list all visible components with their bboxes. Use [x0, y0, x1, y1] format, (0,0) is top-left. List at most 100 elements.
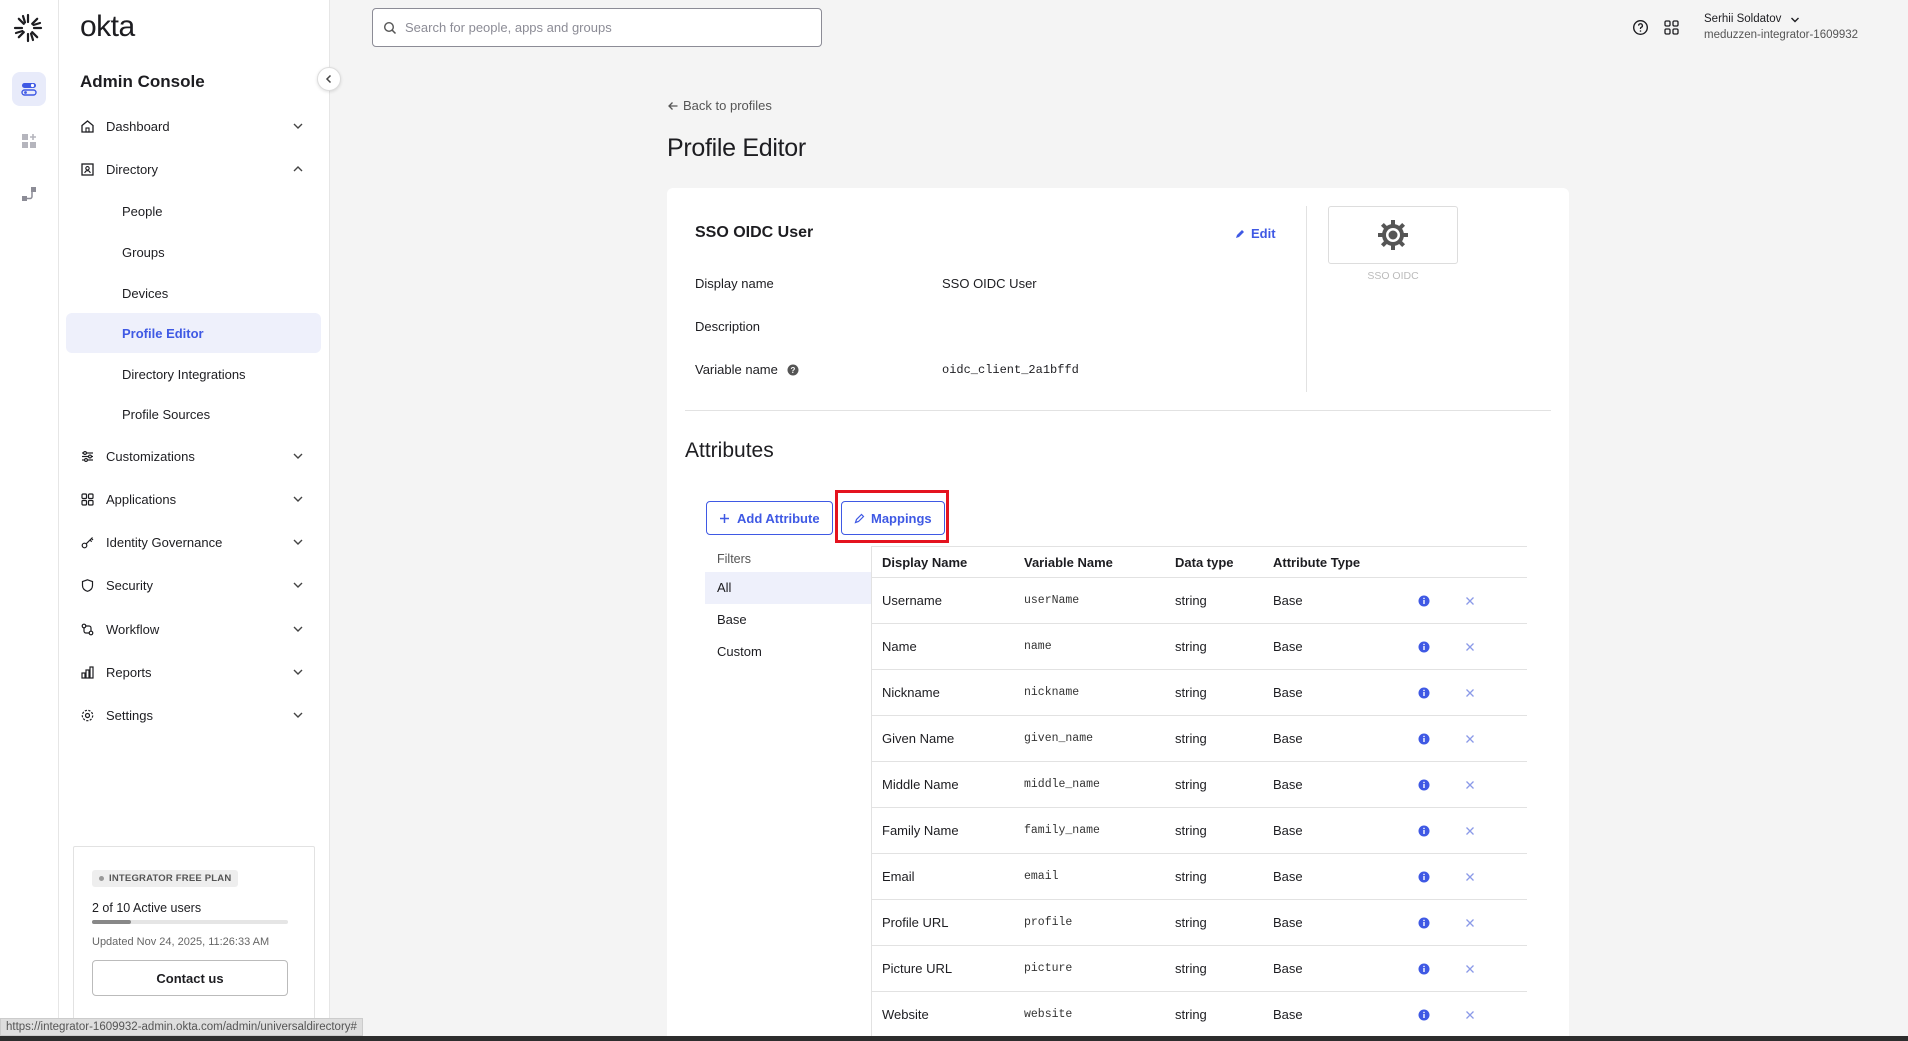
- nav-security[interactable]: Security: [66, 565, 321, 605]
- table-row: Picture URL picture string Base: [871, 946, 1527, 992]
- nav-groups[interactable]: Groups: [66, 232, 321, 272]
- back-to-profiles-link[interactable]: Back to profiles: [667, 98, 772, 113]
- delete-attribute-icon[interactable]: [1465, 578, 1475, 623]
- rail-apps-button[interactable]: [12, 124, 46, 158]
- active-users-count: 2 of 10 Active users: [92, 901, 202, 915]
- info-icon[interactable]: [1418, 762, 1430, 807]
- profile-card: SSO OIDC User Edit Display name SSO OIDC…: [667, 188, 1569, 1041]
- attr-data-type: string: [1175, 685, 1207, 700]
- attr-data-type: string: [1175, 777, 1207, 792]
- attr-data-type: string: [1175, 823, 1207, 838]
- nav-applications[interactable]: Applications: [66, 479, 321, 519]
- info-icon[interactable]: [1418, 854, 1430, 899]
- help-icon[interactable]: [1632, 19, 1649, 36]
- nav-customizations[interactable]: Customizations: [66, 436, 321, 476]
- okta-burst-logo-icon: [13, 13, 43, 43]
- nav-profile-editor[interactable]: Profile Editor: [66, 313, 321, 353]
- info-icon[interactable]: [1418, 624, 1430, 669]
- mappings-highlight-box: [835, 490, 949, 543]
- info-icon[interactable]: [1418, 946, 1430, 991]
- table-row: Email email string Base: [871, 854, 1527, 900]
- delete-attribute-icon[interactable]: [1465, 808, 1475, 853]
- attr-variable-name: family_name: [1024, 824, 1100, 837]
- chevron-down-icon: [293, 496, 303, 502]
- nav-reports-label: Reports: [106, 664, 152, 680]
- attr-data-type: string: [1175, 593, 1207, 608]
- chevron-down-icon: [293, 669, 303, 675]
- nav-dashboard-label: Dashboard: [106, 118, 170, 134]
- rail-integrations-button[interactable]: [12, 177, 46, 211]
- nav-workflow-label: Workflow: [106, 621, 160, 637]
- attr-display-name: Picture URL: [882, 961, 953, 976]
- table-row: Profile URL profile string Base: [871, 900, 1527, 946]
- apps-grid-icon: [79, 491, 95, 507]
- nav-directory[interactable]: Directory: [66, 149, 321, 189]
- filter-base[interactable]: Base: [705, 604, 871, 636]
- variable-name-value: oidc_client_2a1bffd: [942, 363, 1079, 377]
- info-icon[interactable]: [1418, 716, 1430, 761]
- filter-custom[interactable]: Custom: [705, 636, 871, 668]
- svg-text:?: ?: [790, 366, 795, 375]
- info-icon[interactable]: [1418, 578, 1430, 623]
- chevron-down-icon: [293, 123, 303, 129]
- nav-applications-label: Applications: [106, 491, 177, 507]
- nav-devices[interactable]: Devices: [66, 273, 321, 313]
- chevron-left-icon: [325, 74, 332, 84]
- info-icon[interactable]: [1418, 808, 1430, 853]
- nav-settings[interactable]: Settings: [66, 695, 321, 735]
- attr-display-name: Given Name: [882, 731, 955, 746]
- attr-variable-name: userName: [1024, 594, 1080, 607]
- delete-attribute-icon[interactable]: [1465, 624, 1475, 669]
- info-icon[interactable]: [1418, 900, 1430, 945]
- display-name-label: Display name: [695, 276, 774, 291]
- page-title: Profile Editor: [667, 134, 806, 162]
- nav-identity-governance-label: Identity Governance: [106, 534, 223, 550]
- apps-launcher-icon[interactable]: [1663, 19, 1680, 36]
- horizontal-divider: [685, 410, 1551, 411]
- delete-attribute-icon[interactable]: [1465, 716, 1475, 761]
- chevron-down-icon[interactable]: [1789, 14, 1801, 26]
- workflow-icon: [79, 621, 95, 637]
- delete-attribute-icon[interactable]: [1465, 762, 1475, 807]
- delete-attribute-icon[interactable]: [1465, 992, 1475, 1037]
- shield-icon: [79, 577, 95, 593]
- edit-profile-button[interactable]: Edit: [1234, 226, 1276, 241]
- table-row: Family Name family_name string Base: [871, 808, 1527, 854]
- attr-display-name: Name: [882, 639, 917, 654]
- search-input[interactable]: [405, 20, 805, 35]
- global-search[interactable]: [372, 8, 822, 47]
- attr-display-name: Profile URL: [882, 915, 949, 930]
- nav-reports[interactable]: Reports: [66, 652, 321, 692]
- delete-attribute-icon[interactable]: [1465, 854, 1475, 899]
- nav-profile-sources[interactable]: Profile Sources: [66, 394, 321, 434]
- home-icon: [79, 118, 95, 134]
- taskbar-edge: [0, 1036, 1908, 1041]
- delete-attribute-icon[interactable]: [1465, 900, 1475, 945]
- delete-attribute-icon[interactable]: [1465, 670, 1475, 715]
- filter-all[interactable]: All: [705, 572, 871, 604]
- contact-us-button[interactable]: Contact us: [92, 960, 288, 996]
- nav-people[interactable]: People: [66, 191, 321, 231]
- delete-attribute-icon[interactable]: [1465, 946, 1475, 991]
- rail-admin-toggle-button[interactable]: [12, 72, 46, 106]
- plan-updated-timestamp: Updated Nov 24, 2025, 11:26:33 AM: [92, 936, 270, 948]
- add-apps-icon: [22, 134, 36, 148]
- info-icon[interactable]: [1418, 670, 1430, 715]
- nav-identity-governance[interactable]: Identity Governance: [66, 522, 321, 562]
- info-icon[interactable]: [1418, 992, 1430, 1037]
- nav-workflow[interactable]: Workflow: [66, 609, 321, 649]
- user-name[interactable]: Serhii Soldatov: [1704, 13, 1781, 25]
- attr-data-type: string: [1175, 915, 1207, 930]
- attr-data-type: string: [1175, 639, 1207, 654]
- nav-directory-integrations[interactable]: Directory Integrations: [66, 354, 321, 394]
- collapse-sidebar-button[interactable]: [317, 67, 341, 91]
- nav-dashboard[interactable]: Dashboard: [66, 106, 321, 146]
- column-attribute-type: Attribute Type: [1273, 554, 1361, 570]
- column-display-name: Display Name: [882, 554, 968, 570]
- nav-directory-label: Directory: [106, 161, 159, 177]
- table-row: Middle Name middle_name string Base: [871, 762, 1527, 808]
- add-attribute-button[interactable]: Add Attribute: [706, 501, 833, 535]
- app-logo-caption: SSO OIDC: [1367, 270, 1419, 282]
- sliders-icon: [79, 448, 95, 464]
- help-circle-icon[interactable]: ?: [787, 364, 799, 376]
